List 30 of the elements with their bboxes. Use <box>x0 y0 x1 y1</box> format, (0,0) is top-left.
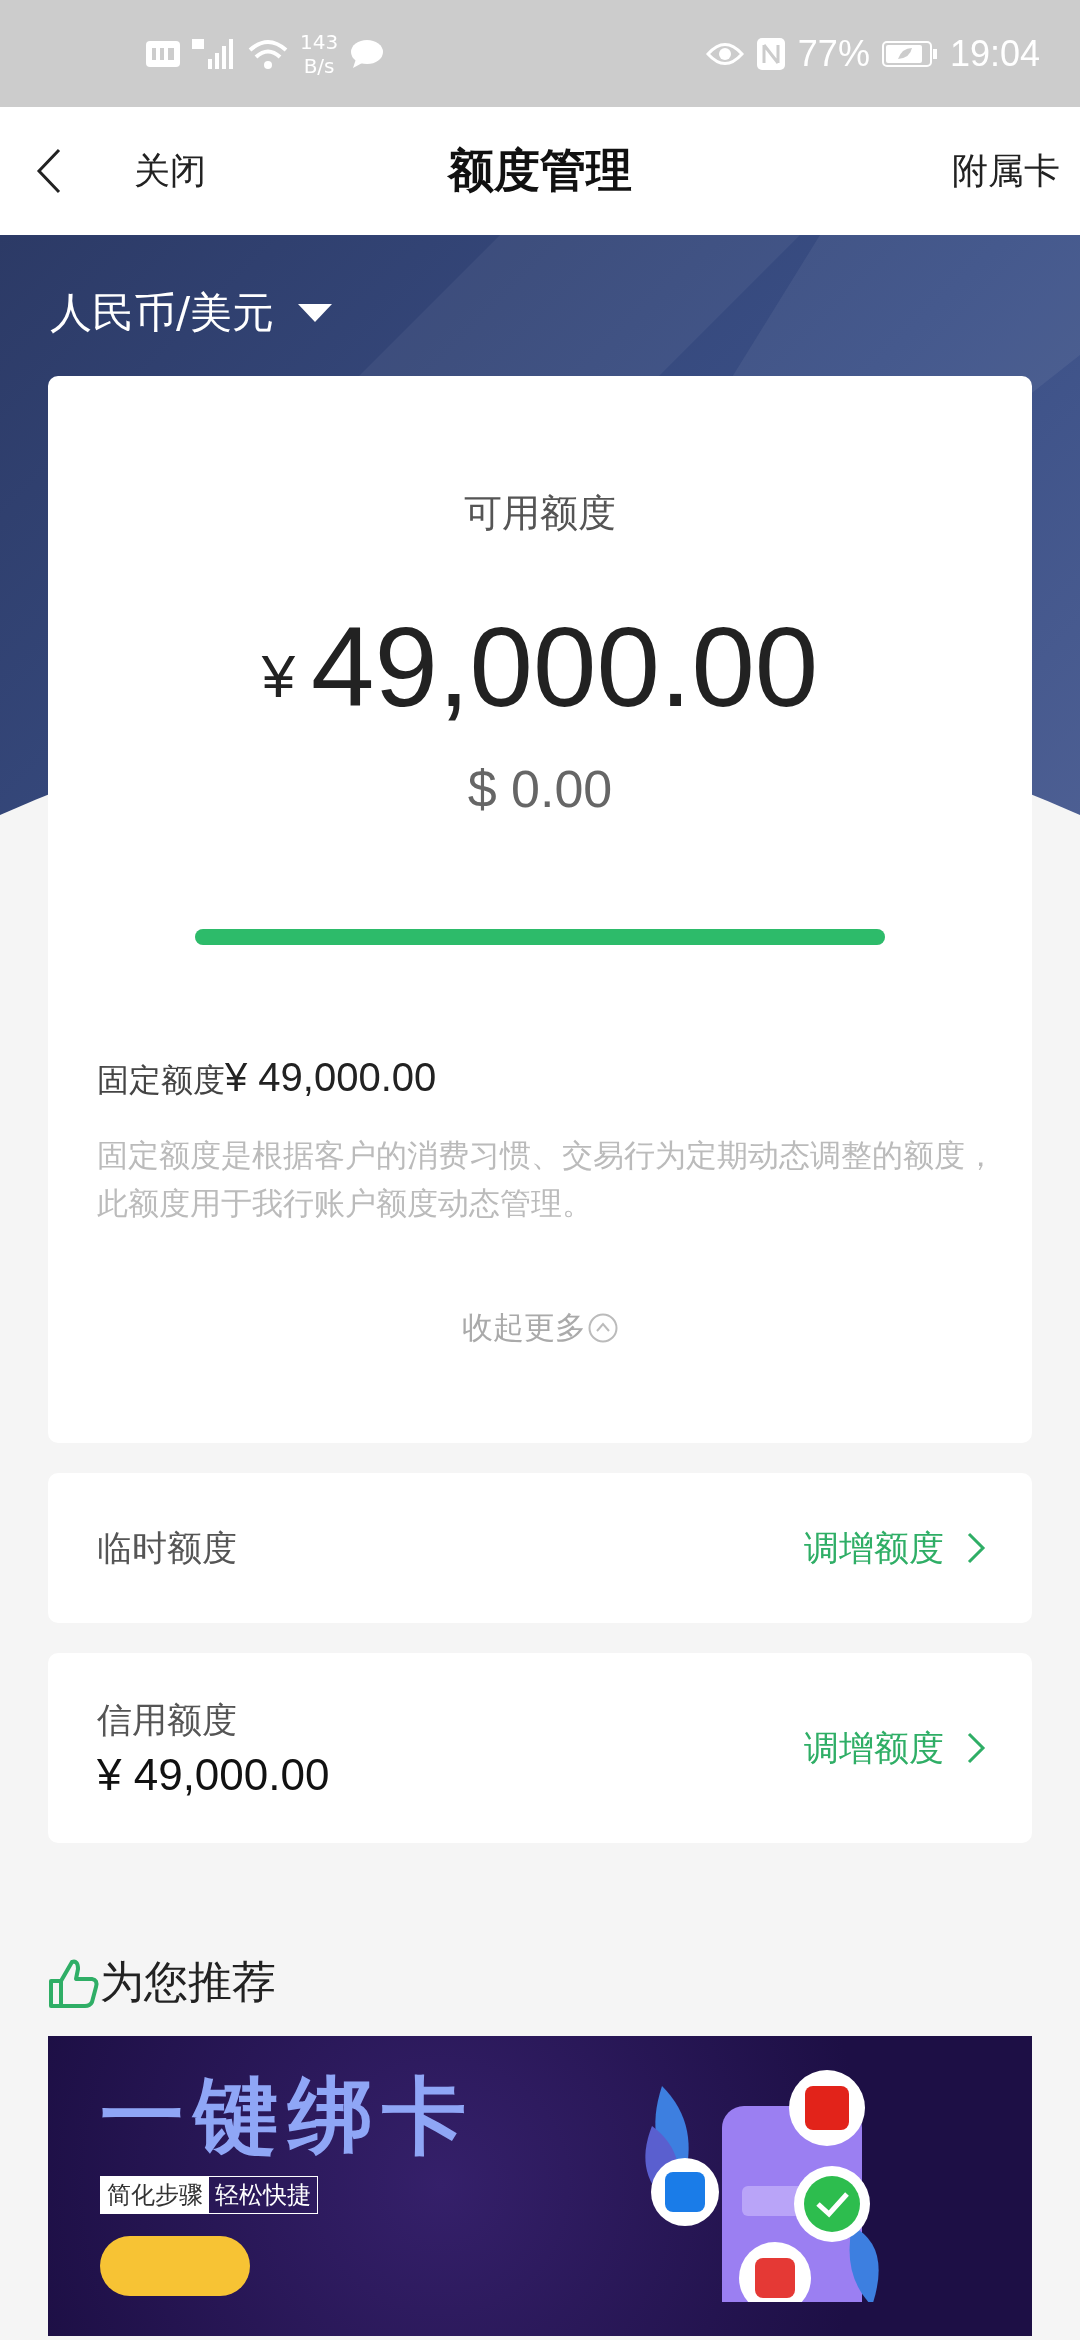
signal-icon <box>192 36 236 71</box>
banner-tag: 轻松快捷 <box>209 2177 317 2213</box>
chevron-icon <box>588 1313 618 1343</box>
wifi-icon <box>248 37 288 70</box>
fixed-limit-label: 固定额度 <box>97 1060 225 1101</box>
limit-label: 临时额度 <box>97 1526 237 1570</box>
close-button[interactable]: 关闭 <box>134 146 206 196</box>
available-limit-amount: ¥49,000.00 <box>261 602 819 732</box>
battery-icon <box>881 39 938 68</box>
banner-headline: 一键绑卡 <box>100 2066 476 2166</box>
back-button[interactable] <box>36 148 62 194</box>
bind-now-button[interactable] <box>100 2236 250 2296</box>
section-title: 为您推荐 <box>100 1955 276 2009</box>
limit-label: 信用额度 <box>97 1698 238 1742</box>
limit-amount: ¥ 49,000.00 <box>97 1749 330 1800</box>
usd-amount: $ 0.00 <box>467 759 613 819</box>
chat-bubble-icon <box>350 38 385 69</box>
page-title: 额度管理 <box>448 142 632 199</box>
supplementary-card-button[interactable]: 附属卡 <box>952 146 1060 196</box>
banner-tag: 简化步骤 <box>101 2177 209 2213</box>
fixed-limit-amount: ¥ 49,000.00 <box>225 1055 437 1100</box>
caret-icon <box>298 304 333 322</box>
chevron-right-icon <box>966 1731 986 1765</box>
eye-icon <box>705 40 744 67</box>
chevron-right-icon <box>966 1531 986 1565</box>
available-limit-label: 可用额度 <box>464 491 616 535</box>
currency-selector[interactable]: 人民币/美元 <box>50 290 333 336</box>
fixed-limit-description: 固定额度是根据客户的消费习惯、交易行为定期动态调整的额度，此额度用于我行账户额度动态管理。 <box>97 1136 997 1223</box>
nfc-icon <box>755 36 786 71</box>
promo-banner[interactable]: 一键绑卡 简化步骤 轻松快捷 <box>48 2036 1032 2336</box>
